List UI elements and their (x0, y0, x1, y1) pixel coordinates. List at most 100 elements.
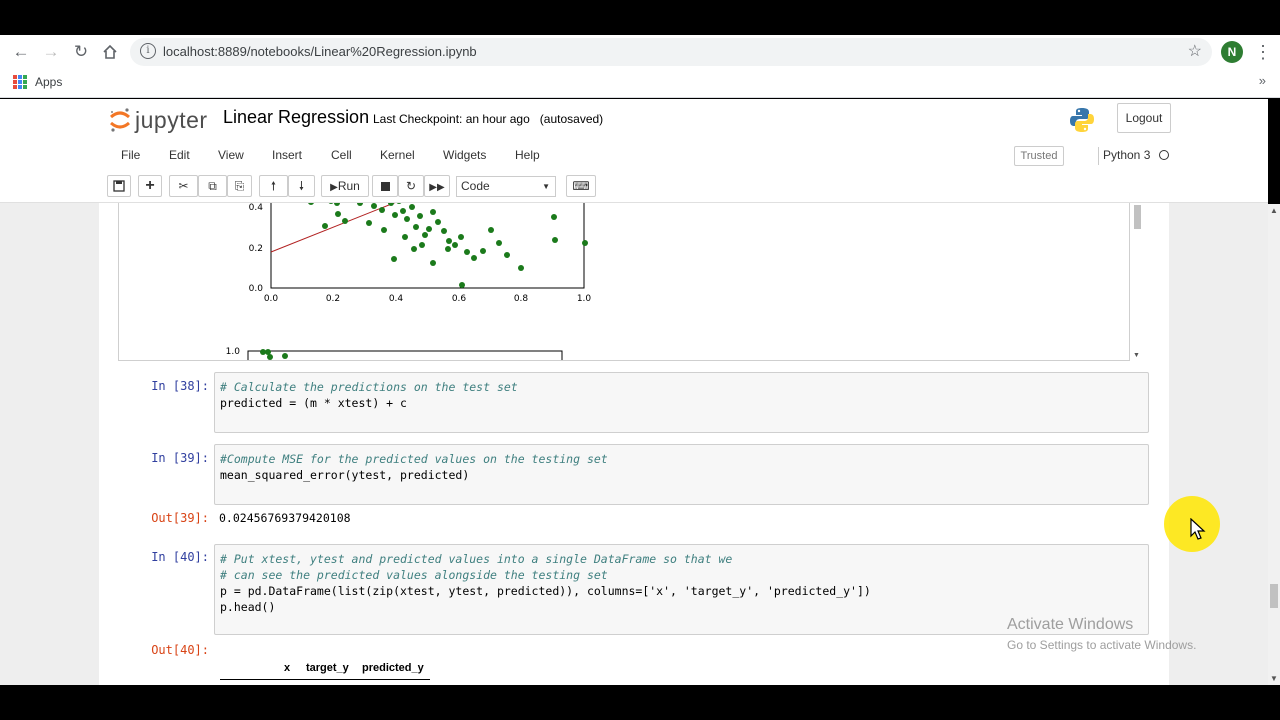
cell-39-output: 0.02456769379420108 (219, 511, 351, 525)
code-line: p = pd.DataFrame(list(zip(xtest, ytest, … (220, 584, 871, 598)
data-point (464, 249, 470, 255)
data-point (335, 211, 341, 217)
menu-insert[interactable]: Insert (272, 148, 302, 162)
browser-menu-icon[interactable]: ⋮ (1254, 40, 1272, 64)
scrolled-plot-output[interactable]: 0.4 0.2 0.0 0.0 0.2 0.4 0.6 0.8 1.0 1.0 (118, 203, 1130, 361)
data-point (282, 353, 288, 359)
command-palette-button[interactable]: ⌨ (566, 175, 596, 197)
menu-view[interactable]: View (218, 148, 244, 162)
code-comment: #Compute MSE for the predicted values on… (220, 452, 608, 466)
menu-widgets[interactable]: Widgets (443, 148, 486, 162)
data-point (430, 209, 436, 215)
copy-icon: ⧉ (208, 179, 217, 193)
menu-cell[interactable]: Cell (331, 148, 352, 162)
menu-kernel[interactable]: Kernel (380, 148, 415, 162)
scroll-down-icon[interactable]: ▼ (1270, 674, 1278, 683)
x-tick-label: 0.0 (264, 294, 279, 304)
back-arrow-icon[interactable]: ← (10, 41, 32, 63)
bookmark-star-icon[interactable]: ☆ (1188, 41, 1202, 61)
cell-type-select[interactable]: Code ▼ (456, 176, 556, 197)
restart-run-all-button[interactable]: ▶▶ (424, 175, 450, 197)
cut-button[interactable]: ✂ (169, 175, 198, 197)
cell-38-code[interactable]: # Calculate the predictions on the test … (214, 372, 1149, 433)
page-scrollbar[interactable]: ▲ ▼ (1268, 204, 1280, 685)
data-point (518, 265, 524, 271)
data-point (417, 213, 423, 219)
forward-arrow-icon[interactable]: → (40, 41, 62, 63)
data-point (381, 227, 387, 233)
scroll-up-icon[interactable]: ▲ (1270, 206, 1278, 215)
data-points (308, 203, 588, 288)
interrupt-button[interactable] (372, 175, 398, 197)
code-line: mean_squared_error(ytest, predicted) (220, 468, 470, 482)
scroll-down-icon[interactable]: ▼ (1133, 352, 1140, 359)
move-up-button[interactable]: 🠕 (259, 175, 288, 197)
keyboard-icon: ⌨ (572, 179, 590, 193)
profile-avatar[interactable]: N (1221, 41, 1243, 63)
paste-icon: ⎘ (234, 179, 245, 193)
apps-grid-icon[interactable] (13, 75, 27, 89)
data-point (342, 218, 348, 224)
menu-help[interactable]: Help (515, 148, 540, 162)
plot-frame (270, 203, 585, 289)
data-point (458, 234, 464, 240)
output-scrollbar[interactable]: ▼ (1131, 203, 1143, 361)
data-point (441, 228, 447, 234)
checkpoint-text: Last Checkpoint: an hour ago (373, 112, 530, 126)
data-point (411, 246, 417, 252)
data-point (496, 240, 502, 246)
x-tick-label: 0.2 (326, 294, 340, 304)
code-line: p.head() (220, 600, 276, 614)
x-tick-label: 0.4 (389, 294, 404, 304)
next-plot-y-tick: 1.0 (226, 347, 241, 357)
data-point (582, 240, 588, 246)
watermark-subtitle: Go to Settings to activate Windows. (1007, 638, 1197, 652)
cell-40-prompt: In [40]: (151, 550, 209, 564)
bookmarks-bar: Apps » (0, 68, 1280, 98)
cell-39-code[interactable]: #Compute MSE for the predicted values on… (214, 444, 1149, 505)
code-comment: # Calculate the predictions on the test … (220, 380, 518, 394)
data-point (357, 203, 363, 206)
save-button[interactable] (107, 175, 131, 197)
cell-39-prompt: In [39]: (151, 451, 209, 465)
insert-cell-button[interactable]: + (138, 175, 162, 197)
jupyter-header: jupyter Linear Regression Last Checkpoin… (0, 99, 1268, 203)
move-down-button[interactable]: 🠗 (288, 175, 315, 197)
column-header: predicted_y (362, 662, 424, 674)
screen: ← → ↻ i localhost:8889/notebooks/Linear%… (0, 0, 1280, 720)
logout-button[interactable]: Logout (1117, 103, 1171, 133)
python-logo-icon (1070, 108, 1094, 132)
data-point (404, 216, 410, 222)
data-point (371, 203, 377, 209)
home-icon[interactable] (99, 41, 121, 63)
data-point (426, 226, 432, 232)
menu-edit[interactable]: Edit (169, 148, 190, 162)
data-point (409, 204, 415, 210)
copy-button[interactable]: ⧉ (198, 175, 227, 197)
paste-button[interactable]: ⎘ (227, 175, 252, 197)
restart-button[interactable]: ↻ (398, 175, 424, 197)
run-button[interactable]: ▶​ Run (321, 175, 369, 197)
data-point (488, 227, 494, 233)
data-point (402, 234, 408, 240)
info-icon[interactable]: i (140, 43, 156, 59)
output-scrollbar-thumb[interactable] (1134, 205, 1141, 229)
page-scrollbar-thumb[interactable] (1270, 584, 1278, 608)
reload-icon[interactable]: ↻ (70, 41, 92, 63)
bookmarks-overflow-icon[interactable]: » (1259, 73, 1266, 88)
autosave-text: (autosaved) (539, 112, 604, 126)
address-bar[interactable]: i localhost:8889/notebooks/Linear%20Regr… (130, 38, 1212, 66)
data-point (551, 214, 557, 220)
y-tick-label: 0.0 (249, 284, 264, 294)
x-tick-label: 0.8 (514, 294, 529, 304)
data-point (430, 260, 436, 266)
apps-bookmark[interactable]: Apps (35, 75, 62, 89)
data-point (366, 220, 372, 226)
data-point (480, 248, 486, 254)
notebook-title[interactable]: Linear Regression (223, 107, 369, 128)
data-point (419, 242, 425, 248)
trusted-indicator[interactable]: Trusted (1014, 146, 1064, 166)
data-point (459, 282, 465, 288)
data-point (452, 242, 458, 248)
menu-file[interactable]: File (121, 148, 140, 162)
